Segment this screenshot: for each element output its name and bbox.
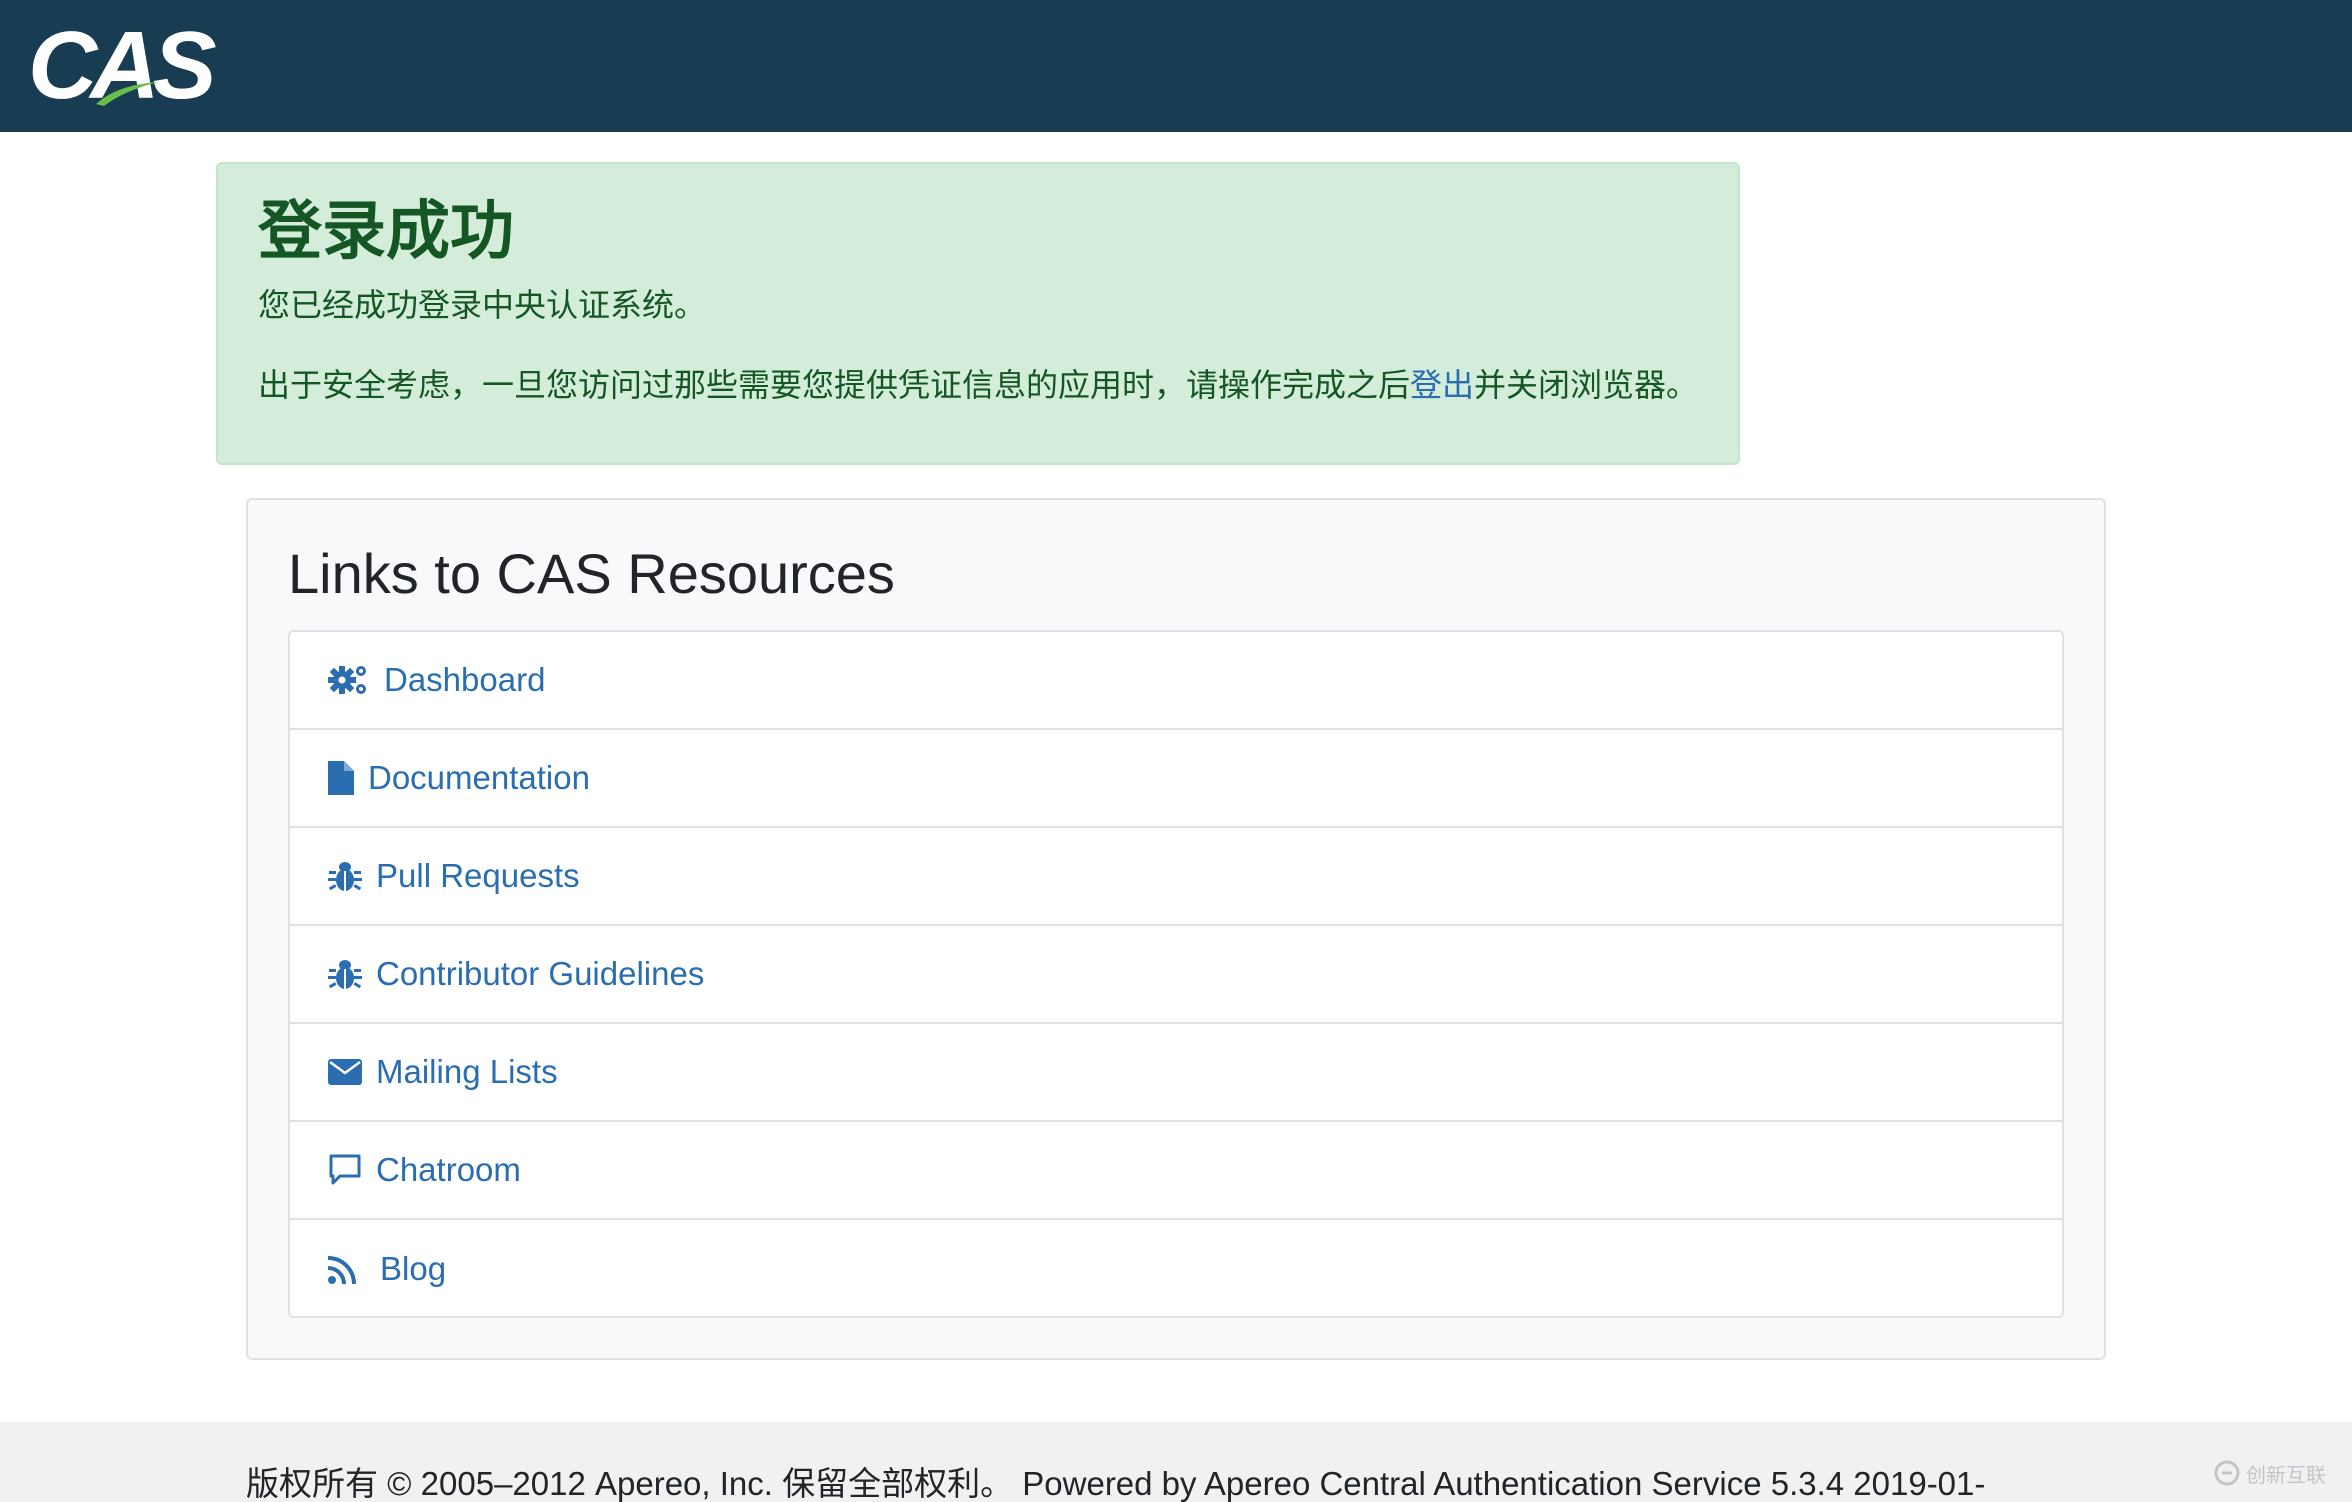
- cogs-icon: [328, 662, 370, 698]
- watermark: 创新互联: [2214, 1456, 2344, 1490]
- alert-message: 您已经成功登录中央认证系统。: [258, 286, 707, 324]
- footer-copyright: 版权所有 © 2005–2012 Apereo, Inc. 保留全部权利。 Po…: [246, 1465, 1986, 1502]
- resources-list: Dashboard Documentation Pull Requests Co…: [288, 630, 2064, 1318]
- resources-card: Links to CAS Resources Dashboard Documen…: [246, 498, 2106, 1360]
- resource-label-contributor-guidelines: Contributor Guidelines: [376, 955, 705, 992]
- header-bar: CAS: [0, 0, 2352, 132]
- bug-icon: [328, 956, 362, 992]
- resource-label-pull-requests: Pull Requests: [376, 857, 580, 894]
- resource-link-contributor-guidelines[interactable]: Contributor Guidelines: [290, 926, 2062, 1024]
- logo-swoosh-icon: [96, 82, 158, 106]
- alert-security-note: 出于安全考虑，一旦您访问过那些需要您提供凭证信息的应用时，请操作完成之后登出并关…: [258, 362, 1698, 408]
- footer: 版权所有 © 2005–2012 Apereo, Inc. 保留全部权利。 Po…: [0, 1422, 2352, 1502]
- alert-title: 登录成功: [258, 195, 514, 269]
- rss-icon: [328, 1251, 362, 1287]
- file-icon: [328, 760, 354, 796]
- watermark-text: 创新互联: [2246, 1462, 2326, 1487]
- resource-link-pull-requests[interactable]: Pull Requests: [290, 828, 2062, 926]
- cas-logo[interactable]: CAS: [28, 14, 217, 118]
- resources-title: Links to CAS Resources: [288, 542, 895, 605]
- resource-label-chatroom: Chatroom: [376, 1151, 521, 1188]
- logout-link[interactable]: 登出: [1410, 366, 1474, 404]
- envelope-icon: [328, 1054, 362, 1090]
- resource-link-chatroom[interactable]: Chatroom: [290, 1122, 2062, 1220]
- resource-link-dashboard[interactable]: Dashboard: [290, 632, 2062, 730]
- watermark-logo-icon: [2214, 1460, 2240, 1486]
- resource-link-documentation[interactable]: Documentation: [290, 730, 2062, 828]
- resource-label-dashboard: Dashboard: [384, 661, 546, 698]
- bug-icon: [328, 858, 362, 894]
- resource-label-mailing-lists: Mailing Lists: [376, 1053, 558, 1090]
- resource-label-documentation: Documentation: [368, 759, 590, 796]
- resource-link-mailing-lists[interactable]: Mailing Lists: [290, 1024, 2062, 1122]
- resource-link-blog[interactable]: Blog: [290, 1220, 2062, 1316]
- alert-security-text-after: 并关闭浏览器。: [1474, 366, 1699, 404]
- login-success-alert: 登录成功 您已经成功登录中央认证系统。 出于安全考虑，一旦您访问过那些需要您提供…: [216, 162, 1740, 465]
- comment-icon: [328, 1152, 362, 1188]
- alert-security-text-before: 出于安全考虑，一旦您访问过那些需要您提供凭证信息的应用时，请操作完成之后: [258, 366, 1411, 404]
- resource-label-blog: Blog: [380, 1250, 447, 1287]
